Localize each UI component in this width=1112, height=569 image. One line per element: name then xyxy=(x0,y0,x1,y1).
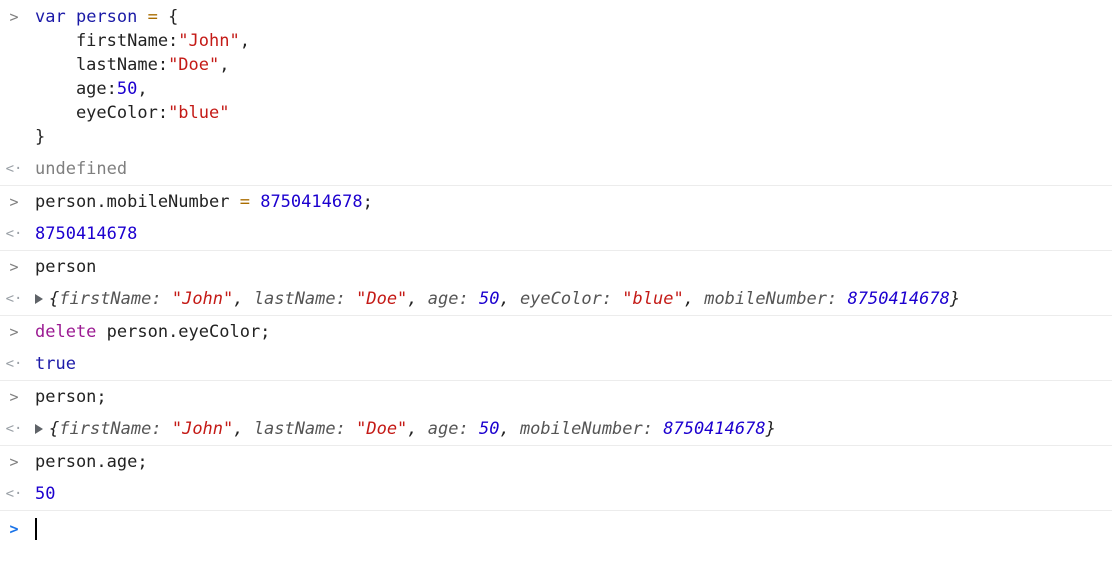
console-line-text: true xyxy=(35,354,76,374)
chevron-right-icon: > xyxy=(9,258,19,276)
chevron-right-icon: > xyxy=(9,388,19,406)
console-result-entry: <· undefined xyxy=(0,153,1112,186)
console-input-entry: > var person = { firstName:"John", lastNa… xyxy=(0,0,1112,153)
console-line: > person.age; xyxy=(0,450,1112,474)
console-line: age:50, xyxy=(0,77,1112,101)
console-line-text: person; xyxy=(35,387,107,407)
return-arrow-icon: <· xyxy=(5,161,23,177)
console-line: <· undefined xyxy=(0,157,1112,181)
return-arrow-icon: <· xyxy=(5,486,23,502)
console-line-text[interactable]: {firstName: "John", lastName: "Doe", age… xyxy=(35,287,960,311)
console-line: eyeColor:"blue" xyxy=(0,101,1112,125)
return-arrow-icon: <· xyxy=(5,421,23,437)
chevron-right-icon: > xyxy=(9,323,19,341)
console-line: > delete person.eyeColor; xyxy=(0,320,1112,344)
console-line: > var person = { xyxy=(0,5,1112,29)
chevron-right-icon: > xyxy=(9,193,19,211)
console-line: } xyxy=(0,125,1112,149)
console-line-text: lastName:"Doe", xyxy=(35,55,230,75)
console-line: <· true xyxy=(0,352,1112,376)
console-line: > person xyxy=(0,255,1112,279)
console-input-entry: > person.age; xyxy=(0,446,1112,478)
expand-triangle-icon[interactable] xyxy=(35,294,43,304)
return-arrow-icon: <· xyxy=(5,356,23,372)
console-line: <· {firstName: "John", lastName: "Doe", a… xyxy=(0,417,1112,441)
console-input-entry: > person; xyxy=(0,381,1112,413)
console-line-text: person.mobileNumber = 8750414678; xyxy=(35,192,373,212)
console-line-text: var person = { xyxy=(35,7,179,27)
return-arrow-icon: <· xyxy=(5,291,23,307)
console-text-cursor[interactable] xyxy=(35,517,37,541)
console-line: <· 50 xyxy=(0,482,1112,506)
console-input-entry: > delete person.eyeColor; xyxy=(0,316,1112,348)
console-line: <· {firstName: "John", lastName: "Doe", a… xyxy=(0,287,1112,311)
devtools-console: > var person = { firstName:"John", lastNa… xyxy=(0,0,1112,569)
console-line-text: } xyxy=(35,127,46,147)
console-line-text: person xyxy=(35,257,97,277)
console-result-entry: <· 8750414678 xyxy=(0,218,1112,251)
chevron-right-icon: > xyxy=(9,520,19,538)
chevron-right-icon: > xyxy=(9,453,19,471)
console-line-text: undefined xyxy=(35,159,128,179)
console-prompt-input[interactable]: > xyxy=(0,511,1112,541)
return-arrow-icon: <· xyxy=(5,226,23,242)
console-result-entry: <· {firstName: "John", lastName: "Doe", a… xyxy=(0,283,1112,316)
console-input-entry: > person.mobileNumber = 8750414678; xyxy=(0,186,1112,218)
console-line-text: person.age; xyxy=(35,452,148,472)
console-line-text[interactable]: {firstName: "John", lastName: "Doe", age… xyxy=(35,417,776,441)
console-line-text: eyeColor:"blue" xyxy=(35,103,230,123)
console-line: <· 8750414678 xyxy=(0,222,1112,246)
text-caret xyxy=(35,518,37,540)
console-line[interactable]: > xyxy=(0,517,1112,541)
console-line-text: 50 xyxy=(35,484,56,504)
console-line-text: firstName:"John", xyxy=(35,31,250,51)
console-line: firstName:"John", xyxy=(0,29,1112,53)
console-result-entry: <· 50 xyxy=(0,478,1112,511)
console-line: > person.mobileNumber = 8750414678; xyxy=(0,190,1112,214)
chevron-right-icon: > xyxy=(9,8,19,26)
console-result-entry: <· {firstName: "John", lastName: "Doe", a… xyxy=(0,413,1112,446)
console-line-text: delete person.eyeColor; xyxy=(35,322,271,342)
console-line-text: 8750414678 xyxy=(35,224,138,244)
console-line: > person; xyxy=(0,385,1112,409)
console-line-text: age:50, xyxy=(35,79,148,99)
console-result-entry: <· true xyxy=(0,348,1112,381)
expand-triangle-icon[interactable] xyxy=(35,424,43,434)
console-line: lastName:"Doe", xyxy=(0,53,1112,77)
console-input-entry: > person xyxy=(0,251,1112,283)
